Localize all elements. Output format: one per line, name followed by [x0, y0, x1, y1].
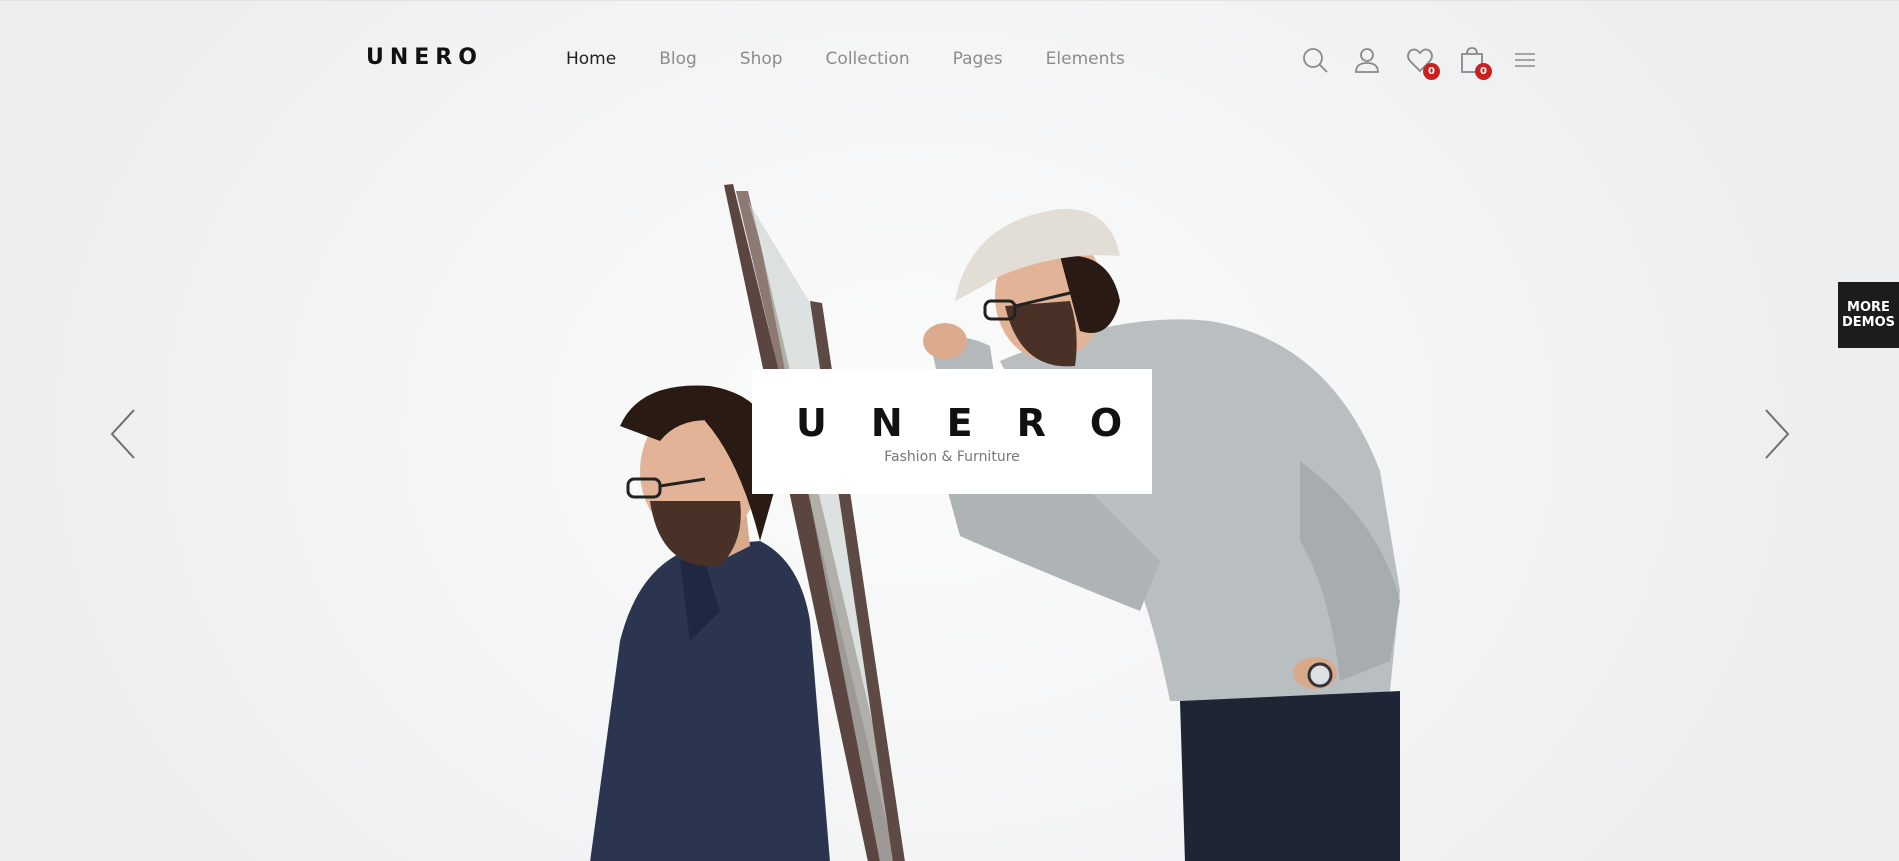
nav-item-home[interactable]: Home: [566, 49, 616, 69]
nav-item-shop[interactable]: Shop: [740, 49, 783, 69]
more-demos-tab[interactable]: MORE DEMOS: [1838, 282, 1899, 348]
shopping-bag-icon[interactable]: 0: [1457, 45, 1492, 80]
site-logo[interactable]: UNERO: [366, 45, 483, 70]
user-icon[interactable]: [1352, 45, 1382, 75]
heart-icon[interactable]: 0: [1405, 45, 1440, 80]
header-actions: 0 0: [1300, 45, 1540, 80]
more-demos-line1: MORE: [1847, 300, 1890, 315]
site-header: UNERO Home Blog Shop Collection Pages El…: [0, 1, 1899, 121]
more-demos-line2: DEMOS: [1841, 315, 1896, 330]
hero-subtitle: Fashion & Furniture: [884, 449, 1020, 465]
chevron-left-icon[interactable]: [106, 406, 140, 462]
page: UNERO Home Blog Shop Collection Pages El…: [0, 0, 1899, 861]
main-nav: Home Blog Shop Collection Pages Elements: [566, 49, 1168, 69]
wishlist-count-badge: 0: [1423, 63, 1440, 80]
nav-item-collection[interactable]: Collection: [826, 49, 910, 69]
hero-title: UNERO: [796, 401, 1167, 445]
search-icon[interactable]: [1300, 45, 1330, 75]
nav-item-pages[interactable]: Pages: [953, 49, 1003, 69]
chevron-right-icon[interactable]: [1760, 406, 1794, 462]
hamburger-menu-icon[interactable]: [1510, 45, 1540, 75]
cart-count-badge: 0: [1475, 63, 1492, 80]
nav-item-elements[interactable]: Elements: [1046, 49, 1125, 69]
hero-caption-card: UNERO Fashion & Furniture: [752, 369, 1152, 494]
nav-item-blog[interactable]: Blog: [659, 49, 697, 69]
